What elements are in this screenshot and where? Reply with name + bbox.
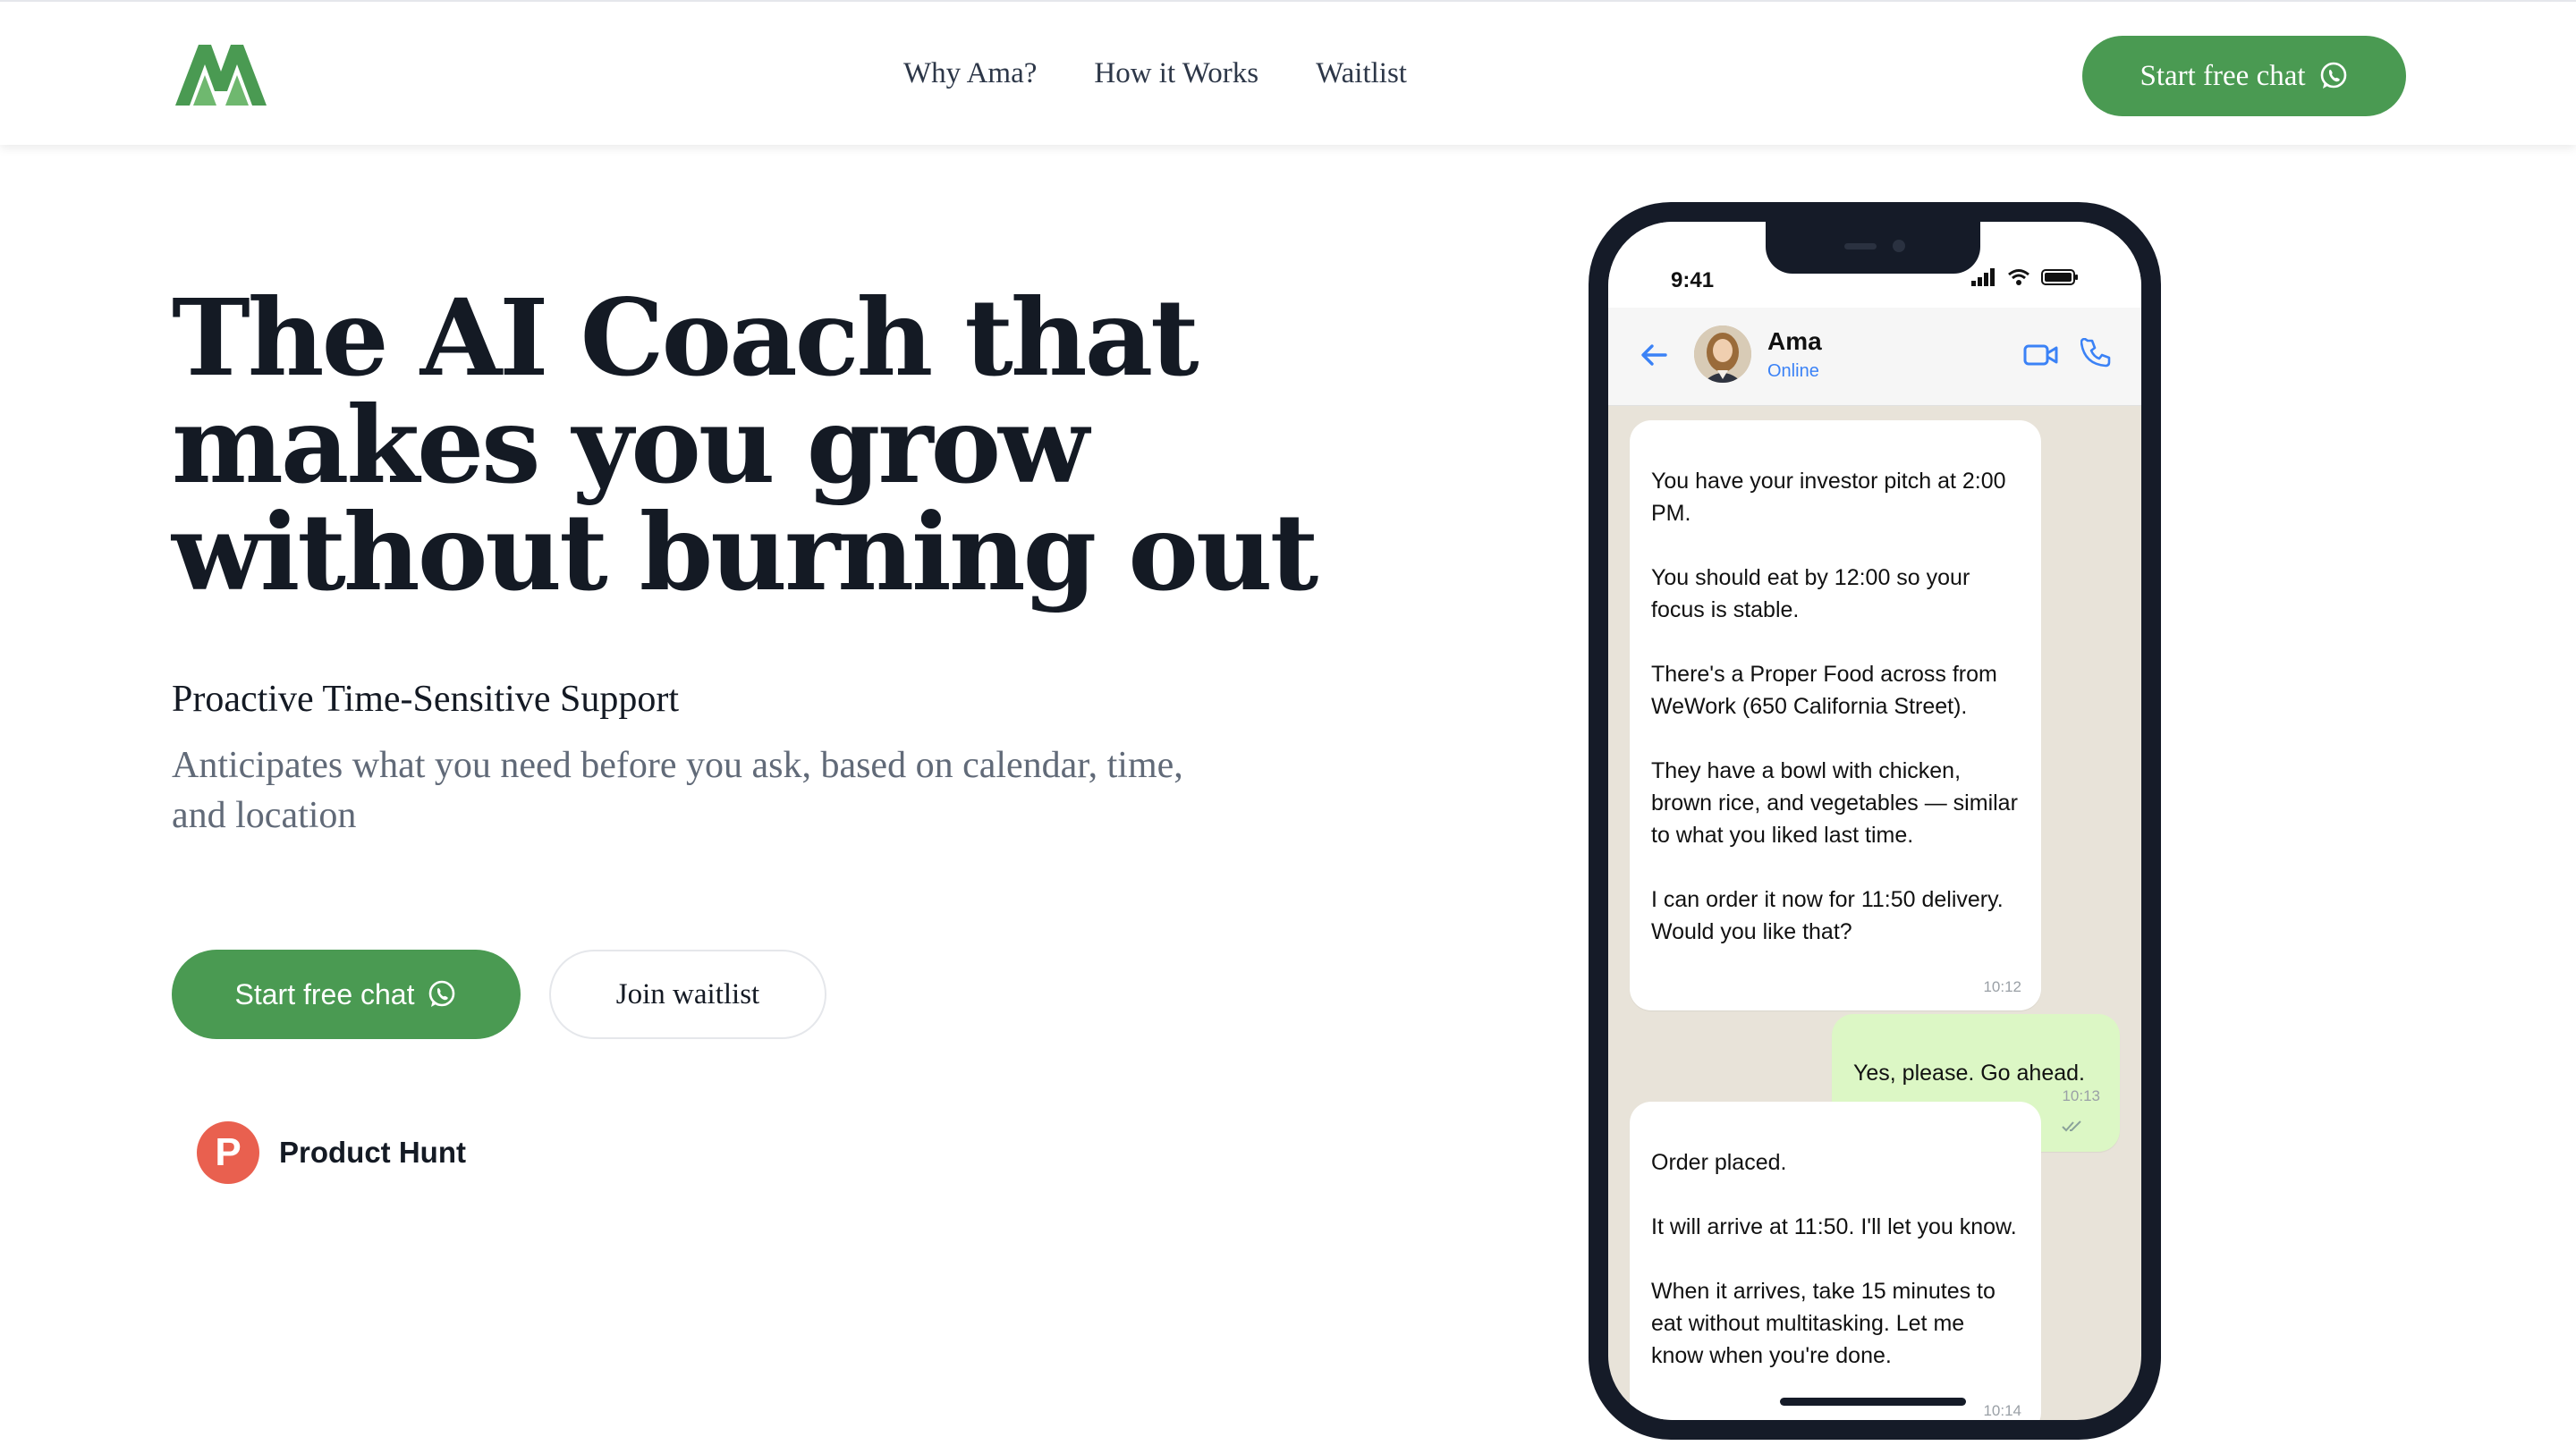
whatsapp-icon — [429, 980, 455, 1007]
product-hunt-badge[interactable]: P Product Hunt — [197, 1121, 466, 1184]
home-indicator — [1780, 1398, 1966, 1406]
header-start-chat-label: Start free chat — [2140, 59, 2306, 92]
back-arrow-icon[interactable] — [1639, 340, 1669, 370]
logo-icon[interactable] — [175, 45, 267, 106]
message-text: You have your investor pitch at 2:00 PM.… — [1651, 469, 2018, 944]
signal-icon — [1971, 268, 1995, 286]
product-hunt-label: Product Hunt — [279, 1136, 466, 1169]
contact-name: Ama — [1767, 327, 1822, 355]
site-header: Why Ama? How it Works Waitlist Start fre… — [0, 0, 2576, 145]
message-time: 10:12 — [1983, 978, 2021, 995]
chat-header: Ama Online — [1608, 308, 2141, 406]
message-text: Yes, please. Go ahead. — [1853, 1061, 2085, 1086]
product-hunt-icon: P — [197, 1121, 259, 1184]
message-time: 10:14 — [1983, 1402, 2021, 1419]
nav-waitlist[interactable]: Waitlist — [1316, 52, 1407, 95]
wifi-icon — [2008, 269, 2029, 285]
phone-notch — [1766, 222, 1980, 274]
join-waitlist-button[interactable]: Join waitlist — [549, 950, 826, 1039]
hero-title-line-2: makes you grow — [172, 383, 1089, 507]
phone-mockup: 9:41 Ama Online You have your investor p… — [1589, 202, 2161, 1440]
incoming-message: Order placed. It will arrive at 11:50. I… — [1630, 1102, 2041, 1420]
contact-status: Online — [1767, 361, 1819, 381]
hero-title: The AI Coach that makes you grow without… — [172, 284, 1335, 606]
phone-call-icon[interactable] — [2080, 338, 2111, 368]
hero-title-line-3: without burning out — [172, 490, 1318, 614]
nav-how-it-works[interactable]: How it Works — [1094, 52, 1258, 95]
status-bar: 9:41 — [1608, 222, 2141, 308]
double-check-icon — [2062, 1120, 2082, 1132]
status-icons — [1971, 268, 2079, 286]
nav-why-ama[interactable]: Why Ama? — [903, 52, 1037, 95]
message-time-wrap: 10:13 — [2062, 1048, 2100, 1145]
contact-avatar[interactable] — [1694, 325, 1751, 383]
battery-icon — [2041, 269, 2078, 285]
phone-screen: 9:41 Ama Online You have your investor p… — [1608, 222, 2141, 1420]
whatsapp-icon — [2320, 62, 2346, 89]
main-nav: Why Ama? How it Works Waitlist — [903, 52, 1407, 95]
message-text: Order placed. It will arrive at 11:50. I… — [1651, 1150, 2017, 1368]
incoming-message: You have your investor pitch at 2:00 PM.… — [1630, 420, 2041, 1010]
message-time: 10:13 — [2062, 1087, 2100, 1104]
header-start-chat-button[interactable]: Start free chat — [2082, 36, 2406, 116]
hero-description: Anticipates what you need before you ask… — [172, 745, 1183, 836]
start-free-chat-button[interactable]: Start free chat — [172, 950, 521, 1039]
hero-subheading: Proactive Time-Sensitive Support — [172, 679, 679, 720]
video-call-icon[interactable] — [2023, 342, 2059, 368]
status-time: 9:41 — [1671, 268, 1715, 292]
chat-thread: You have your investor pitch at 2:00 PM.… — [1608, 406, 2141, 1420]
start-free-chat-label: Start free chat — [234, 977, 415, 1010]
hero-title-line-1: The AI Coach that — [172, 275, 1199, 400]
